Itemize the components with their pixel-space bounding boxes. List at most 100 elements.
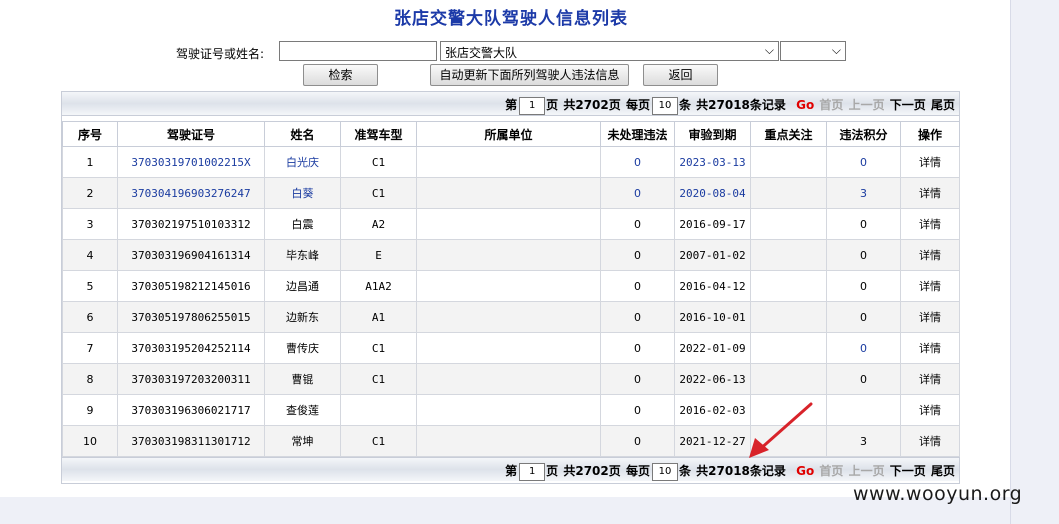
total-records: 共27018条记录 <box>696 98 786 112</box>
details-link[interactable]: 详情 <box>900 270 960 302</box>
search-button[interactable]: 检索 <box>303 64 378 86</box>
last-page-link[interactable]: 尾页 <box>931 98 955 112</box>
cell-unhandled[interactable]: 0 <box>600 177 675 209</box>
cell-name[interactable]: 白震 <box>264 208 341 240</box>
details-link[interactable]: 详情 <box>900 177 960 209</box>
back-button[interactable]: 返回 <box>643 64 718 86</box>
cell-name[interactable]: 边新东 <box>264 301 341 333</box>
cell-points: 0 <box>826 301 901 333</box>
go-button[interactable]: Go <box>796 464 814 478</box>
table-header-row: 序号 驾驶证号 姓名 准驾车型 所属单位 未处理违法 审验到期 重点关注 违法积… <box>62 121 960 147</box>
cell-license[interactable]: 370303198311301712 <box>117 425 265 457</box>
details-link[interactable]: 详情 <box>900 425 960 457</box>
cell-focus <box>750 332 827 364</box>
sub-dept-select[interactable]: ⌵ <box>780 41 846 61</box>
cell-license[interactable]: 370303196306021717 <box>117 394 265 426</box>
cell-name[interactable]: 白葵 <box>264 177 341 209</box>
cell-license[interactable]: 370305197806255015 <box>117 301 265 333</box>
cell-name[interactable]: 曹传庆 <box>264 332 341 364</box>
cell-unhandled[interactable]: 0 <box>600 208 675 240</box>
details-link[interactable]: 详情 <box>900 301 960 333</box>
chevron-down-icon: ⌵ <box>831 43 841 57</box>
pager-prefix: 第 <box>505 464 518 478</box>
cell-due: 2021-12-27 <box>674 425 751 457</box>
cell-license[interactable]: 370302197510103312 <box>117 208 265 240</box>
details-link[interactable]: 详情 <box>900 146 960 178</box>
cell-focus <box>750 270 827 302</box>
cell-name[interactable]: 曹锟 <box>264 363 341 395</box>
cell-due: 2016-09-17 <box>674 208 751 240</box>
cell-unhandled[interactable]: 0 <box>600 270 675 302</box>
cell-no: 3 <box>62 208 118 240</box>
cell-license[interactable]: 370305198212145016 <box>117 270 265 302</box>
table-row: 1 37030319701002215X 白光庆 C1 0 2023-03-13… <box>62 146 960 178</box>
cell-unhandled[interactable]: 0 <box>600 301 675 333</box>
cell-unhandled[interactable]: 0 <box>600 239 675 271</box>
details-link[interactable]: 详情 <box>900 239 960 271</box>
cell-no: 8 <box>62 363 118 395</box>
prev-page-link: 上一页 <box>848 98 885 112</box>
cell-license[interactable]: 370303196904161314 <box>117 239 265 271</box>
header-unit: 所属单位 <box>416 121 601 147</box>
cell-no: 7 <box>62 332 118 364</box>
cell-no: 9 <box>62 394 118 426</box>
header-class: 准驾车型 <box>340 121 417 147</box>
cell-class: E <box>340 239 417 271</box>
cell-class <box>340 394 417 426</box>
table-row: 10 370303198311301712 常坤 C1 0 2021-12-27… <box>62 425 960 457</box>
cell-class: A1A2 <box>340 270 417 302</box>
details-link[interactable]: 详情 <box>900 332 960 364</box>
cell-unit <box>416 363 601 395</box>
annotation-arrow-icon <box>749 402 813 458</box>
cell-license[interactable]: 370303197203200311 <box>117 363 265 395</box>
cell-due: 2016-02-03 <box>674 394 751 426</box>
cell-license[interactable]: 370303195204252114 <box>117 332 265 364</box>
cell-class: C1 <box>340 363 417 395</box>
update-violations-button[interactable]: 自动更新下面所列驾驶人违法信息 <box>430 64 629 86</box>
cell-due: 2007-01-02 <box>674 239 751 271</box>
cell-license[interactable]: 37030319701002215X <box>117 146 265 178</box>
cell-unhandled[interactable]: 0 <box>600 332 675 364</box>
table-row: 2 370304196903276247 白葵 C1 0 2020-08-04 … <box>62 177 960 209</box>
next-page-link[interactable]: 下一页 <box>890 98 926 112</box>
cell-class: C1 <box>340 425 417 457</box>
cell-points: 0 <box>826 332 901 364</box>
details-link[interactable]: 详情 <box>900 208 960 240</box>
per-page-input[interactable]: 10 <box>651 462 678 481</box>
page-number-input[interactable]: 1 <box>519 462 546 481</box>
next-page-link[interactable]: 下一页 <box>890 464 926 478</box>
cell-unhandled[interactable]: 0 <box>600 146 675 178</box>
cell-no: 1 <box>62 146 118 178</box>
dept-select-value: 张店交警大队 <box>445 46 518 60</box>
search-row: 驾驶证号或姓名: 张店交警大队 ⌵ ⌵ <box>0 40 1010 64</box>
per-page-input[interactable]: 10 <box>651 96 678 115</box>
cell-name[interactable]: 毕东峰 <box>264 239 341 271</box>
cell-unit <box>416 301 601 333</box>
search-label: 驾驶证号或姓名: <box>176 47 265 61</box>
go-button[interactable]: Go <box>796 98 814 112</box>
cell-unhandled[interactable]: 0 <box>600 363 675 395</box>
cell-class: C1 <box>340 177 417 209</box>
details-link[interactable]: 详情 <box>900 394 960 426</box>
search-input[interactable] <box>279 41 437 61</box>
cell-name[interactable]: 边昌通 <box>264 270 341 302</box>
right-strip <box>1010 0 1059 524</box>
pager-page-suffix: 页 <box>546 98 559 112</box>
cell-unhandled[interactable]: 0 <box>600 425 675 457</box>
cell-unhandled[interactable]: 0 <box>600 394 675 426</box>
header-license: 驾驶证号 <box>117 121 265 147</box>
details-link[interactable]: 详情 <box>900 363 960 395</box>
cell-due: 2020-08-04 <box>674 177 751 209</box>
cell-no: 5 <box>62 270 118 302</box>
dept-select[interactable]: 张店交警大队 ⌵ <box>440 41 779 61</box>
cell-points: 0 <box>826 208 901 240</box>
cell-name[interactable]: 查俊莲 <box>264 394 341 426</box>
cell-name[interactable]: 白光庆 <box>264 146 341 178</box>
cell-name[interactable]: 常坤 <box>264 425 341 457</box>
table-row: 5 370305198212145016 边昌通 A1A2 0 2016-04-… <box>62 270 960 302</box>
pager-top: 第1页 共2702页 每页 10 条 共27018条记录 Go 首页 上一页 下一页… <box>62 92 959 116</box>
last-page-link[interactable]: 尾页 <box>931 464 955 478</box>
pager-prefix: 第 <box>505 98 518 112</box>
cell-license[interactable]: 370304196903276247 <box>117 177 265 209</box>
page-number-input[interactable]: 1 <box>519 96 546 115</box>
